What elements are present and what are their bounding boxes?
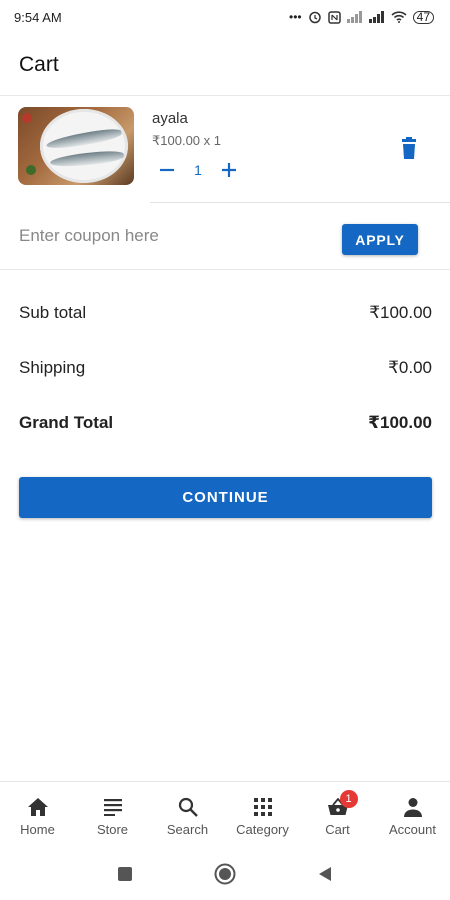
nav-item-cart[interactable]: 1 Cart [300, 782, 375, 847]
nav-item-account[interactable]: Account [375, 782, 450, 847]
grand-total-label: Grand Total [19, 413, 114, 432]
status-time: 9:54 AM [14, 9, 62, 25]
decrement-button[interactable] [156, 159, 178, 181]
grand-total-row: Grand Total ₹100.00 [19, 413, 432, 433]
search-icon [176, 795, 200, 819]
nav-label: Account [389, 822, 436, 837]
store-icon [101, 795, 125, 819]
increment-button[interactable] [218, 159, 240, 181]
cart-count-badge: 1 [339, 790, 358, 808]
nfc-icon [327, 10, 341, 24]
nav-label: Store [96, 822, 129, 837]
app-bar: Cart [0, 34, 450, 96]
alarm-icon [308, 11, 321, 24]
garnish [26, 165, 36, 175]
coupon-row: APPLY [0, 204, 450, 270]
nav-label: Home [20, 822, 55, 837]
nav-label: Search [166, 822, 209, 837]
nav-item-category[interactable]: Category [225, 782, 300, 847]
status-icons: ••• 47 [289, 10, 434, 24]
category-grid-icon [251, 795, 275, 819]
nav-item-store[interactable]: Store [75, 782, 150, 847]
divider [150, 202, 450, 203]
back-icon[interactable] [318, 866, 332, 882]
dots-icon: ••• [289, 10, 302, 24]
grand-total-value: ₹100.00 [368, 413, 432, 432]
subtotal-label: Sub total [19, 303, 87, 322]
minus-icon [160, 168, 174, 172]
fish [45, 126, 123, 152]
nav-item-home[interactable]: Home [0, 782, 75, 847]
fish [49, 149, 125, 169]
cart-basket-icon: 1 [326, 790, 358, 819]
signal-icon [346, 11, 362, 23]
garnish [22, 113, 32, 123]
nav-label: Cart [325, 822, 350, 837]
nav-item-search[interactable]: Search [150, 782, 225, 847]
item-name: ayala [152, 110, 188, 127]
page-title: Cart [19, 52, 59, 76]
plus-icon [222, 163, 236, 177]
apply-coupon-button[interactable]: APPLY [342, 224, 418, 255]
item-price: ₹100.00 x 1 [152, 133, 221, 148]
status-bar: 9:54 AM ••• 47 [0, 0, 450, 34]
home-circle-icon[interactable] [214, 863, 236, 885]
shipping-label: Shipping [19, 358, 86, 377]
continue-button[interactable]: CONTINUE [19, 477, 432, 518]
recents-icon[interactable] [118, 866, 132, 881]
cart-item: ayala ₹100.00 x 1 1 [0, 97, 450, 203]
quantity-value: 1 [194, 162, 202, 178]
subtotal-value: ₹100.00 [369, 303, 432, 322]
battery-icon: 47 [412, 10, 434, 24]
plate [40, 109, 128, 183]
trash-icon [402, 137, 416, 159]
shipping-value: ₹0.00 [388, 358, 432, 377]
shipping-row: Shipping ₹0.00 [19, 358, 432, 378]
bottom-nav: Home Store Search Category 1 Cart Accoun… [0, 781, 450, 847]
home-icon [26, 795, 50, 819]
coupon-input[interactable] [19, 224, 319, 248]
wifi-icon [391, 11, 407, 23]
system-nav-bar [0, 847, 450, 900]
signal-icon [368, 11, 384, 23]
quantity-stepper: 1 [156, 159, 240, 181]
delete-item-button[interactable] [398, 137, 420, 161]
nav-label: Category [236, 822, 289, 837]
fish-on-plate-image [18, 107, 134, 185]
subtotal-row: Sub total ₹100.00 [19, 303, 432, 323]
account-icon [401, 795, 425, 819]
